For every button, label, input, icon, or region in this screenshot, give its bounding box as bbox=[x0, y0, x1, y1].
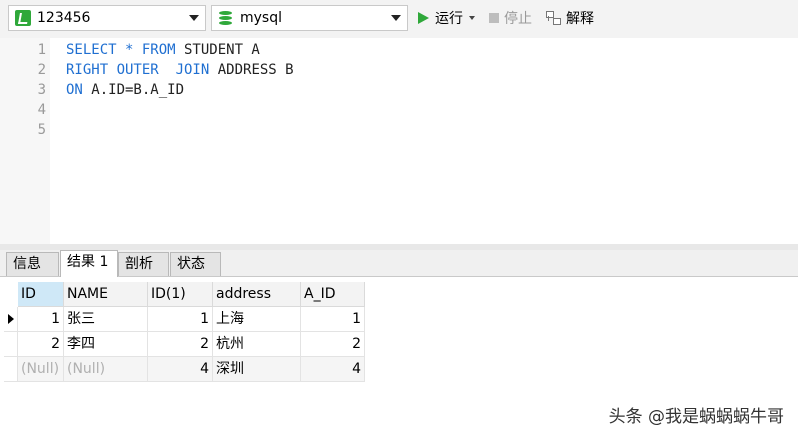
column-header-address[interactable]: address bbox=[213, 282, 301, 307]
cell-id1[interactable]: 2 bbox=[148, 332, 213, 357]
database-select[interactable]: mysql bbox=[211, 5, 408, 31]
grid-header: ID NAME ID(1) address A_ID bbox=[4, 282, 365, 307]
cell-a-id[interactable]: 1 bbox=[301, 307, 365, 332]
sql-editor[interactable]: 1 SELECT * FROM STUDENT A 2 RIGHT OUTER JOI… bbox=[0, 38, 798, 244]
run-label: 运行 bbox=[435, 11, 463, 27]
column-header-name[interactable]: NAME bbox=[64, 282, 148, 307]
connection-select[interactable]: 123456 bbox=[8, 5, 206, 31]
stop-icon bbox=[489, 13, 499, 23]
line-number: 4 bbox=[37, 102, 46, 118]
current-row-icon bbox=[8, 314, 14, 324]
line-number: 2 bbox=[37, 62, 46, 78]
explain-icon bbox=[546, 10, 562, 26]
table-row[interactable]: 2 李四 2 杭州 2 bbox=[4, 332, 365, 357]
table-row[interactable]: (Null) (Null) 4 深圳 4 bbox=[4, 357, 365, 382]
cell-id[interactable]: 1 bbox=[18, 307, 64, 332]
sql-identifier: STUDENT A bbox=[175, 42, 260, 58]
chevron-down-icon bbox=[391, 15, 401, 21]
chevron-down-icon bbox=[189, 15, 199, 21]
cell-id[interactable]: 2 bbox=[18, 332, 64, 357]
connection-name: 123456 bbox=[37, 10, 91, 26]
cell-name[interactable]: 李四 bbox=[64, 332, 148, 357]
cell-a-id[interactable]: 2 bbox=[301, 332, 365, 357]
cell-id1[interactable]: 4 bbox=[148, 357, 213, 382]
database-name: mysql bbox=[240, 10, 282, 26]
row-indicator bbox=[4, 357, 18, 382]
stop-label: 停止 bbox=[504, 11, 532, 27]
sql-keyword: ON bbox=[66, 82, 83, 98]
row-indicator bbox=[4, 332, 18, 357]
code-line[interactable]: SELECT * FROM STUDENT A bbox=[66, 40, 260, 60]
stop-button[interactable]: 停止 bbox=[489, 8, 532, 28]
code-line[interactable]: RIGHT OUTER JOIN ADDRESS B bbox=[66, 60, 294, 80]
sql-identifier: ADDRESS B bbox=[209, 62, 294, 78]
row-indicator bbox=[4, 307, 18, 332]
toolbar: 123456 mysql 运行 停止 解释 bbox=[0, 0, 798, 38]
cell-name[interactable]: (Null) bbox=[64, 357, 148, 382]
tab-profile[interactable]: 剖析 bbox=[118, 252, 169, 276]
result-tabs: 信息 结果 1 剖析 状态 bbox=[0, 250, 798, 277]
explain-label: 解释 bbox=[566, 11, 594, 27]
cell-name[interactable]: 张三 bbox=[64, 307, 148, 332]
database-icon bbox=[218, 10, 234, 26]
tab-result-1[interactable]: 结果 1 bbox=[60, 250, 118, 277]
code-line[interactable]: ON A.ID=B.A_ID bbox=[66, 80, 184, 100]
column-header-a-id[interactable]: A_ID bbox=[301, 282, 365, 307]
watermark: 头条 @我是蜗蜗蜗牛哥 bbox=[608, 407, 784, 427]
play-icon bbox=[418, 12, 429, 24]
sql-keyword: SELECT * FROM bbox=[66, 42, 176, 58]
connection-icon bbox=[15, 10, 31, 26]
cell-a-id[interactable]: 4 bbox=[301, 357, 365, 382]
cell-id1[interactable]: 1 bbox=[148, 307, 213, 332]
sql-keyword: RIGHT OUTER JOIN bbox=[66, 62, 210, 78]
line-number: 3 bbox=[37, 82, 46, 98]
cell-id[interactable]: (Null) bbox=[18, 357, 64, 382]
column-header-id[interactable]: ID bbox=[18, 282, 64, 307]
sql-identifier: A.ID=B.A_ID bbox=[82, 82, 185, 98]
line-number: 1 bbox=[37, 42, 46, 58]
line-number: 5 bbox=[37, 122, 46, 138]
column-header-id1[interactable]: ID(1) bbox=[148, 282, 213, 307]
cell-address[interactable]: 杭州 bbox=[213, 332, 301, 357]
explain-button[interactable]: 解释 bbox=[546, 8, 594, 28]
tab-status[interactable]: 状态 bbox=[170, 252, 221, 276]
tab-info[interactable]: 信息 bbox=[6, 252, 59, 276]
cell-address[interactable]: 上海 bbox=[213, 307, 301, 332]
run-button[interactable]: 运行 bbox=[418, 8, 475, 28]
run-dropdown-icon[interactable] bbox=[469, 16, 475, 20]
table-row[interactable]: 1 张三 1 上海 1 bbox=[4, 307, 365, 332]
cell-address[interactable]: 深圳 bbox=[213, 357, 301, 382]
